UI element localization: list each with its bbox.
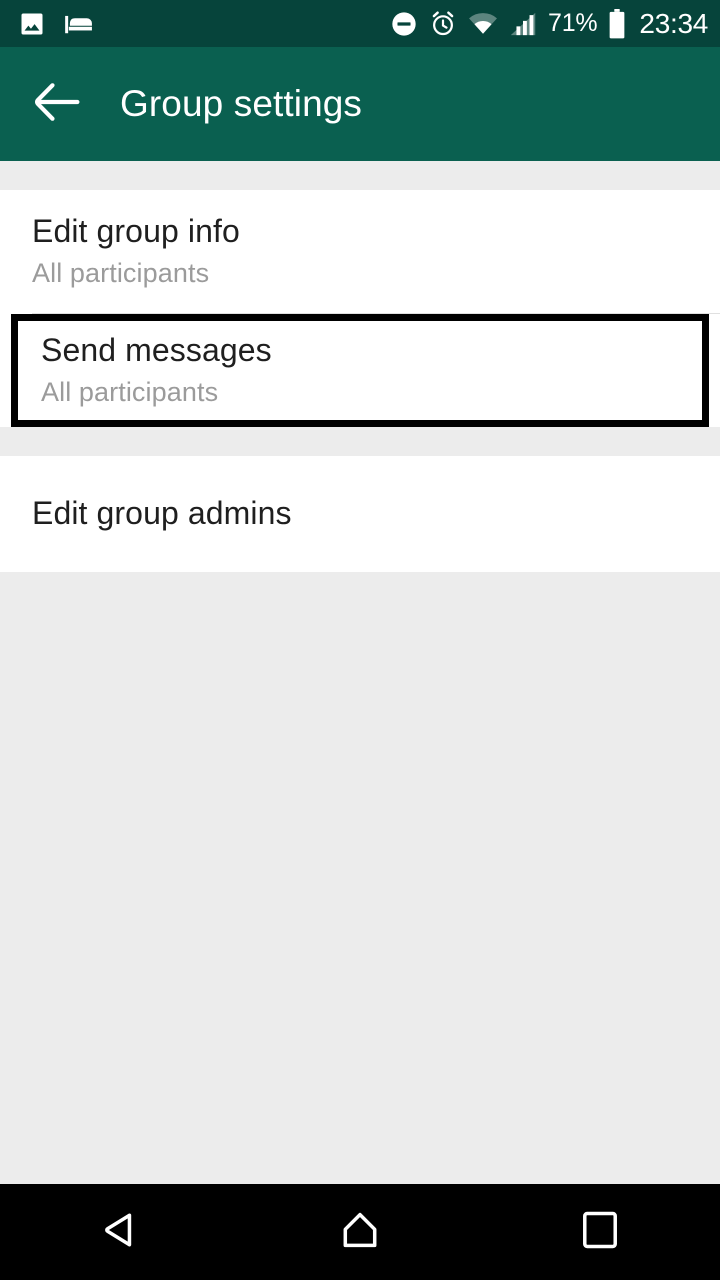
nav-recents-button[interactable] — [480, 1184, 720, 1280]
photo-icon — [18, 10, 46, 38]
do-not-disturb-icon — [390, 10, 418, 38]
home-icon — [339, 1209, 381, 1256]
list-item-title: Edit group info — [32, 212, 240, 249]
settings-list: Edit group info All participants Send me… — [0, 161, 720, 1184]
list-item-subtitle: All participants — [41, 377, 219, 408]
list-item-title: Send messages — [41, 331, 272, 368]
list-item-edit-group-admins[interactable]: Edit group admins — [0, 456, 720, 572]
settings-section-admins: Edit group admins — [0, 456, 720, 572]
android-navigation-bar — [0, 1184, 720, 1280]
status-bar: 71% 23:34 — [0, 0, 720, 47]
status-bar-right-icons: 71% 23:34 — [390, 7, 708, 39]
wifi-icon — [468, 11, 498, 37]
alarm-icon — [429, 10, 457, 38]
list-item-subtitle: All participants — [32, 258, 210, 289]
highlight-box: Send messages All participants — [0, 314, 720, 427]
back-triangle-icon — [99, 1209, 141, 1256]
bed-icon — [64, 10, 94, 38]
nav-back-button[interactable] — [0, 1184, 240, 1280]
nav-home-button[interactable] — [240, 1184, 480, 1280]
battery-percentage: 71% — [547, 9, 598, 37]
app-bar: Group settings — [0, 47, 720, 161]
status-bar-clock: 23:34 — [639, 7, 708, 39]
list-item-send-messages[interactable]: Send messages All participants — [11, 314, 709, 427]
battery-icon — [608, 8, 626, 39]
back-arrow-icon — [35, 82, 81, 126]
cellular-signal-icon — [509, 11, 537, 37]
list-item-edit-group-info[interactable]: Edit group info All participants — [0, 190, 720, 313]
status-bar-left-icons — [18, 10, 94, 38]
section-gap-top — [0, 161, 720, 190]
section-gap-middle — [0, 427, 720, 456]
square-recents-icon — [582, 1209, 618, 1256]
group-settings-screen: 71% 23:34 Group settings Edit group info… — [0, 0, 720, 1280]
page-title: Group settings — [120, 83, 363, 124]
back-button[interactable] — [22, 68, 94, 140]
settings-section-permissions: Edit group info All participants Send me… — [0, 190, 720, 427]
list-item-title: Edit group admins — [32, 495, 292, 532]
